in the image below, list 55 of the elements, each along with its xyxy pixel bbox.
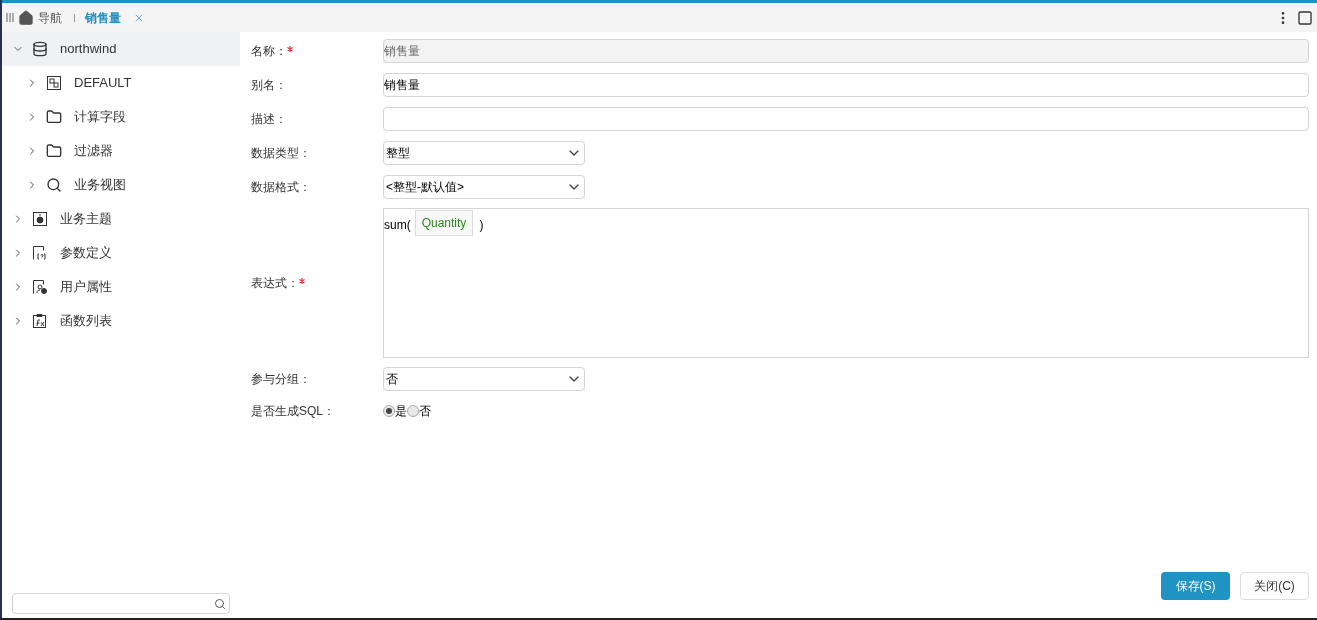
tree-label: northwind — [60, 40, 117, 59]
tree-label: DEFAULT — [74, 74, 132, 93]
dropdown-field[interactable]: 整型 — [383, 141, 585, 165]
field-label: 表达式： — [251, 275, 299, 292]
dropdown-field[interactable]: 否 — [383, 367, 585, 391]
tree-label: 参数定义 — [60, 244, 112, 263]
dialog-button[interactable]: 关闭(C) — [1240, 572, 1309, 600]
search-icon — [214, 597, 226, 610]
folder-icon — [46, 109, 62, 125]
database-icon — [32, 41, 48, 57]
tab[interactable]: 导航 — [18, 8, 75, 27]
text-field[interactable] — [383, 107, 1309, 131]
tree-label: 用户属性 — [60, 278, 112, 297]
expression-text: sum( — [384, 217, 411, 234]
function-icon — [32, 313, 48, 329]
tree-item[interactable]: 过滤器 — [2, 134, 240, 168]
tree-label: 计算字段 — [74, 108, 126, 127]
required-icon — [299, 278, 305, 284]
text-field[interactable]: 销售量 — [383, 73, 1309, 97]
topic-icon — [32, 211, 48, 227]
field-label: 别名： — [251, 77, 287, 94]
magnifier-icon — [46, 177, 62, 193]
user-icon — [32, 279, 48, 295]
tree-item[interactable]: 计算字段 — [2, 100, 240, 134]
home-icon — [18, 9, 34, 26]
field-label: 是否生成SQL： — [251, 403, 335, 420]
tree-item[interactable]: 用户属性 — [2, 270, 240, 304]
tree-item[interactable]: 业务主题 — [2, 202, 240, 236]
tree-label: 过滤器 — [74, 142, 113, 161]
field-label: 参与分组： — [251, 371, 311, 388]
expression-text: ) — [479, 217, 484, 234]
search-field[interactable] — [12, 593, 230, 614]
maximize-icon[interactable] — [1297, 9, 1313, 26]
tree-item[interactable]: 参数定义 — [2, 236, 240, 270]
field-label: 描述： — [251, 111, 287, 128]
radio-option[interactable]: 是 — [383, 402, 407, 420]
grip-icon[interactable] — [6, 13, 14, 22]
tree-item[interactable]: 业务视图 — [2, 168, 240, 202]
field-label: 数据格式： — [251, 179, 311, 196]
field-token[interactable]: Quantity — [414, 210, 474, 236]
tree-label: 函数列表 — [60, 312, 112, 331]
field-label: 名称： — [251, 43, 287, 60]
tree-item[interactable]: northwind — [2, 32, 240, 66]
tree-label: 业务视图 — [74, 176, 126, 195]
parameter-icon — [32, 245, 48, 261]
expression-editor[interactable]: sum( Quantity ) — [383, 208, 1309, 358]
required-icon — [287, 46, 293, 52]
field-label: 数据类型： — [251, 145, 311, 162]
grid-icon — [46, 75, 62, 91]
tree-label: 业务主题 — [60, 210, 112, 229]
dropdown-field[interactable]: <整型-默认值> — [383, 175, 585, 199]
folder-icon — [46, 143, 62, 159]
tree-item[interactable]: DEFAULT — [2, 66, 240, 100]
radio-option[interactable]: 否 — [407, 402, 431, 420]
tree-item[interactable]: 函数列表 — [2, 304, 240, 338]
